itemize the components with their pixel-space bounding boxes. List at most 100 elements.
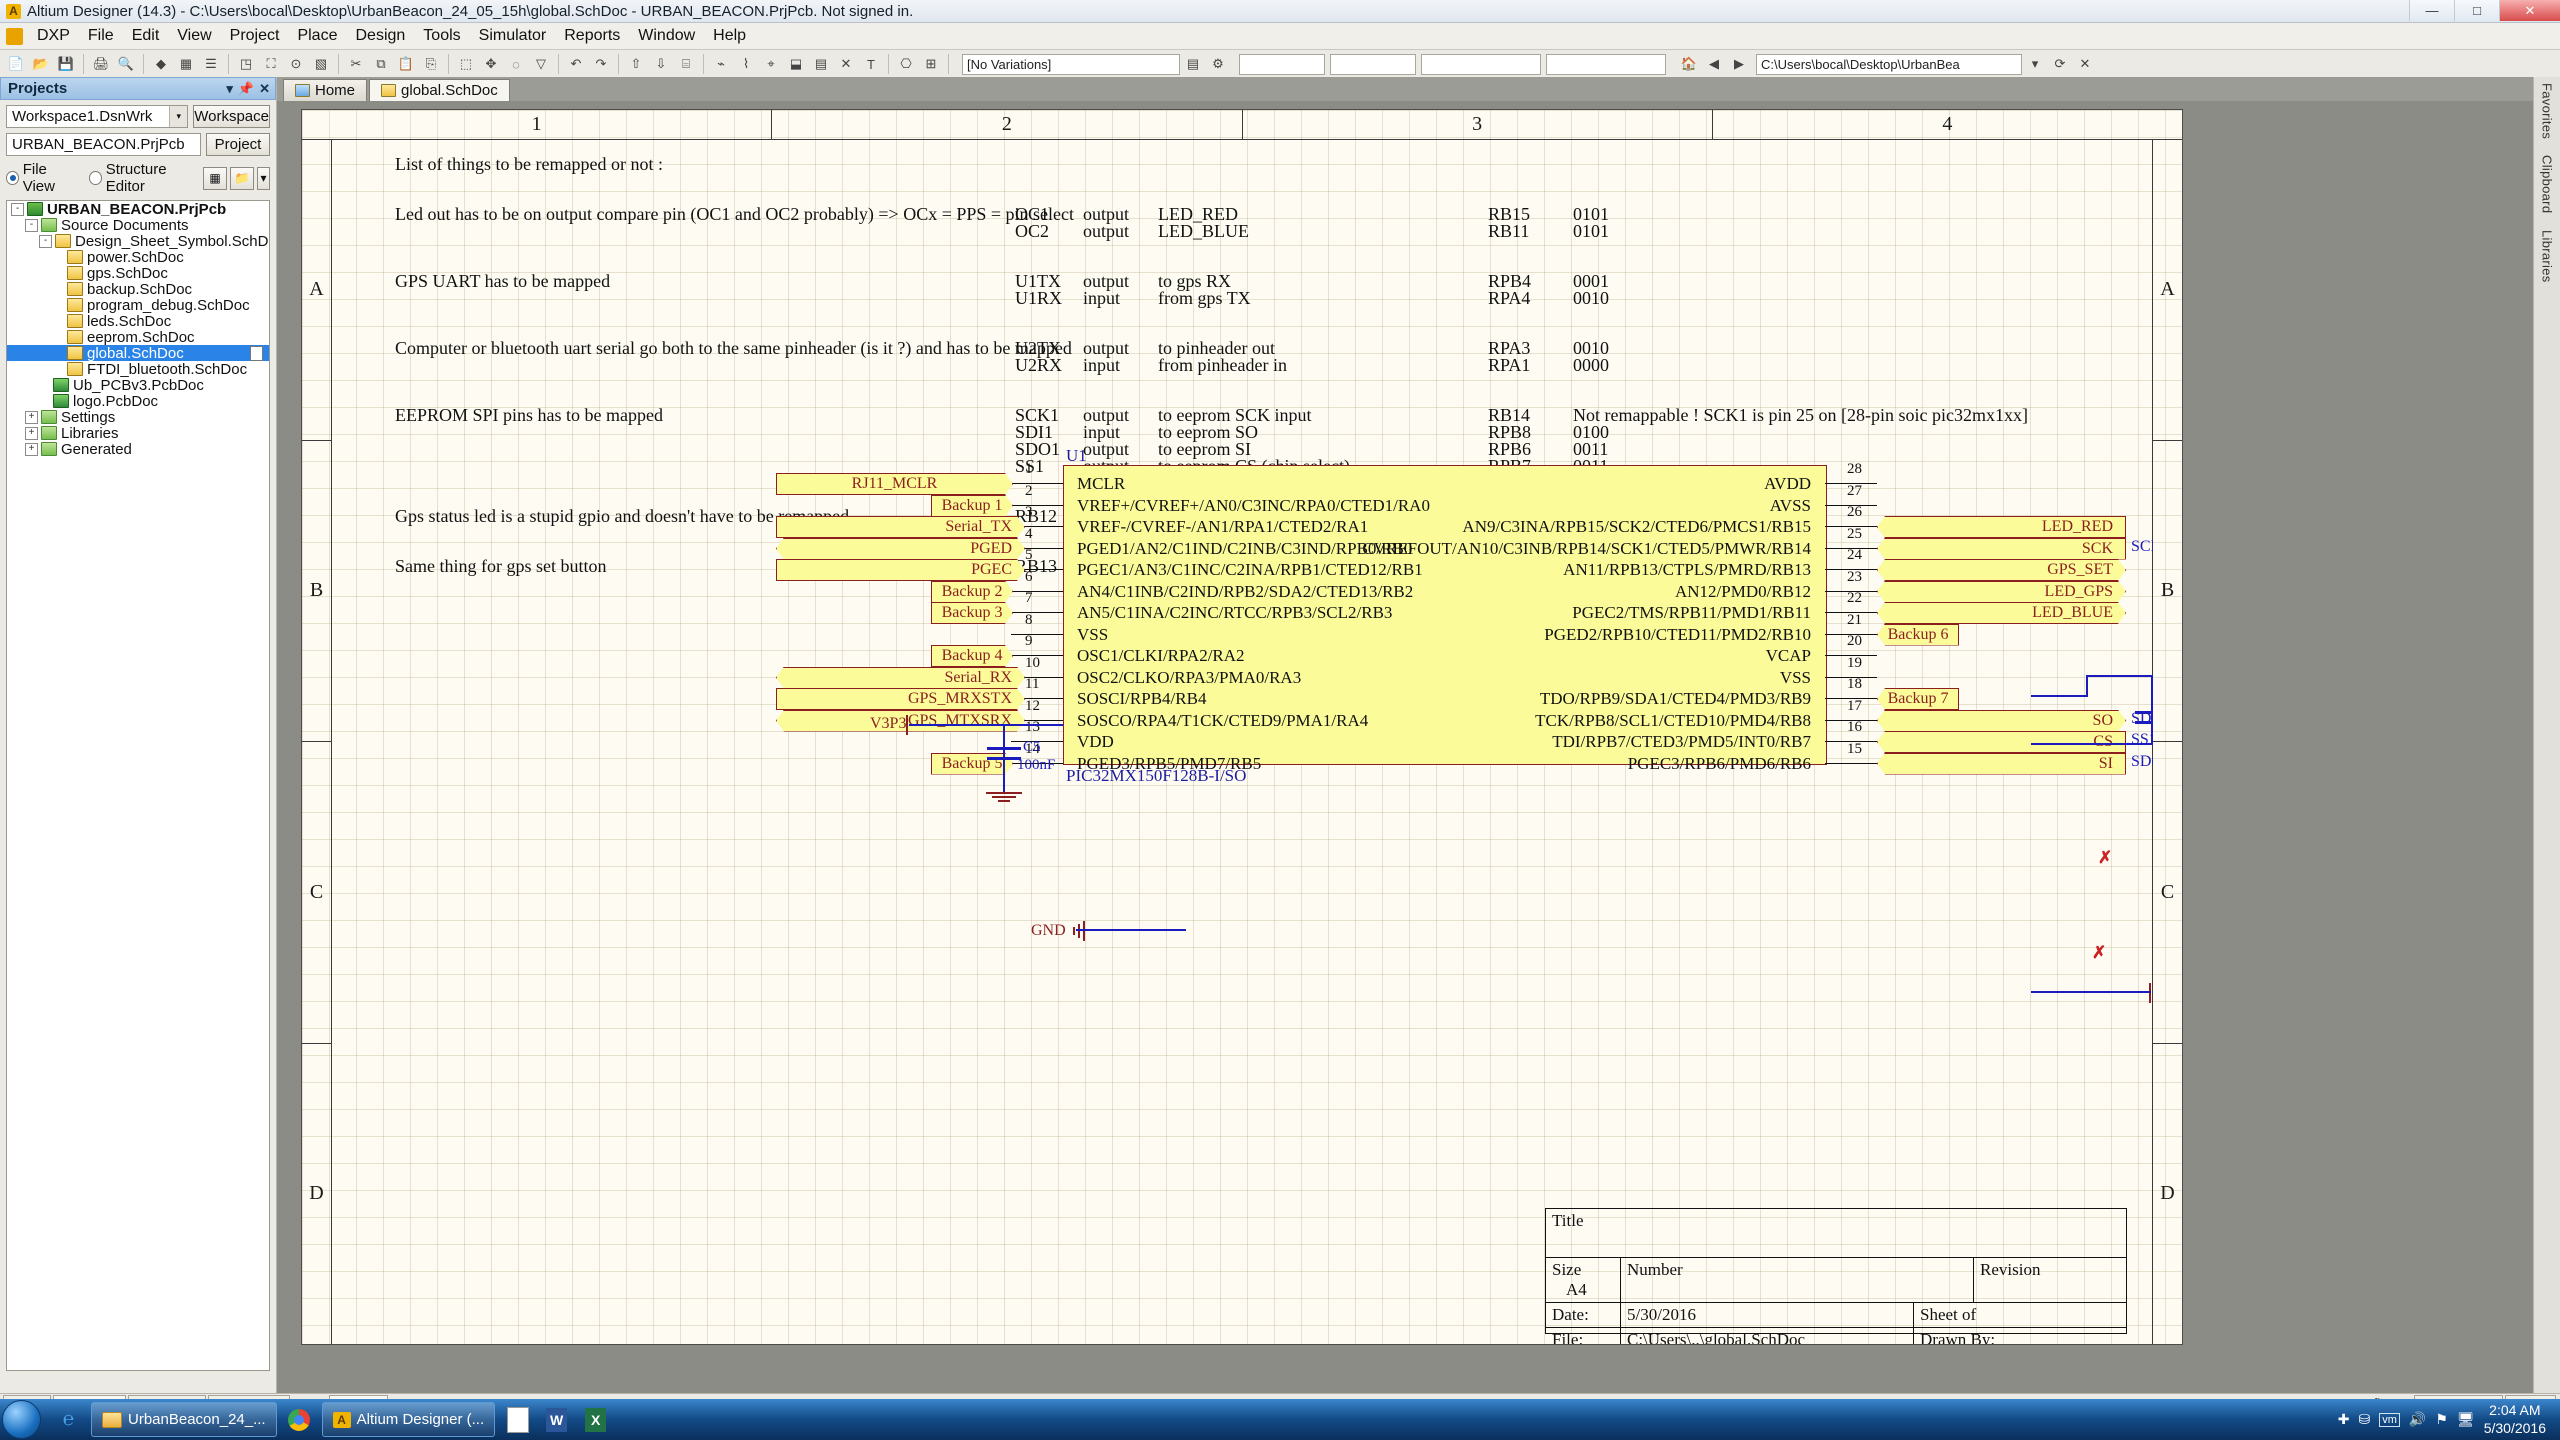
- expand-icon[interactable]: +: [25, 410, 38, 424]
- tree-item[interactable]: - Design_Sheet_Symbol.SchDoc: [7, 233, 269, 250]
- zoom-fit-icon[interactable]: ⛶: [259, 52, 283, 76]
- stop-icon[interactable]: ✕: [2073, 52, 2097, 76]
- cut-icon[interactable]: ✂: [344, 52, 368, 76]
- variation-config-icon[interactable]: ⚙: [1206, 52, 1230, 76]
- variations-selector[interactable]: [No Variations]: [962, 53, 1180, 75]
- save-icon[interactable]: 💾: [54, 52, 78, 76]
- deselect-icon[interactable]: ◌: [504, 52, 528, 76]
- schematic-drawing-canvas[interactable]: List of things to be remapped or not : Le…: [331, 139, 2153, 1344]
- list-icon[interactable]: ☰: [199, 52, 223, 76]
- net-label-led-gps[interactable]: LED_GPS: [1877, 581, 2126, 603]
- menu-item-tools[interactable]: Tools: [414, 24, 469, 48]
- new-document-icon[interactable]: 📄: [4, 52, 28, 76]
- print-preview-icon[interactable]: 🔍: [114, 52, 138, 76]
- expand-icon[interactable]: +: [25, 426, 38, 440]
- toolbar-field-1[interactable]: [1239, 53, 1325, 75]
- taskbar-clock[interactable]: 2:04 AM 5/30/2016: [2484, 1402, 2546, 1437]
- copy-icon[interactable]: ⧉: [369, 52, 393, 76]
- variation-manage-icon[interactable]: ▤: [1181, 52, 1205, 76]
- menu-item-edit[interactable]: Edit: [123, 24, 169, 48]
- panel-tree-options-icon[interactable]: ▦: [203, 166, 227, 190]
- compile-icon[interactable]: ⇧: [624, 52, 648, 76]
- workspace-button[interactable]: Workspace: [193, 105, 270, 128]
- text-icon[interactable]: T: [859, 52, 883, 76]
- net-label-led-blue[interactable]: LED_BLUE: [1877, 602, 2126, 624]
- back-icon[interactable]: ◀: [1702, 52, 1726, 76]
- open-document-icon[interactable]: 📂: [29, 52, 53, 76]
- address-dropdown-icon[interactable]: ▾: [2023, 52, 2047, 76]
- project-tree[interactable]: - URBAN_BEACON.PrjPcb - Source Documents - De…: [6, 200, 270, 1371]
- net-label-backup-2[interactable]: Backup 2: [931, 581, 1013, 603]
- bus-icon[interactable]: ⌇: [734, 52, 758, 76]
- no-erc-icon[interactable]: ✕: [834, 52, 858, 76]
- move-icon[interactable]: ✥: [479, 52, 503, 76]
- place-part-icon[interactable]: ⎔: [894, 52, 918, 76]
- tree-item[interactable]: gps.SchDoc: [7, 265, 269, 282]
- vm-icon[interactable]: vm: [2379, 1412, 2400, 1427]
- collapse-icon[interactable]: -: [25, 218, 38, 232]
- tree-item[interactable]: leds.SchDoc: [7, 313, 269, 330]
- net-label-rj11-mclr[interactable]: RJ11_MCLR: [776, 473, 1013, 495]
- document-tab-global-schdoc[interactable]: global.SchDoc: [369, 79, 510, 101]
- menu-item-window[interactable]: Window: [629, 24, 704, 48]
- taskbar-item-explorer[interactable]: UrbanBeacon_24_...: [91, 1402, 277, 1437]
- expand-icon[interactable]: +: [25, 442, 38, 456]
- tree-item[interactable]: FTDI_bluetooth.SchDoc: [7, 361, 269, 378]
- net-label-backup-5[interactable]: Backup 5: [931, 753, 1013, 775]
- chrome-icon[interactable]: [283, 1403, 316, 1436]
- net-label-gps-set[interactable]: GPS_SET: [1877, 559, 2126, 581]
- tree-item[interactable]: program_debug.SchDoc: [7, 297, 269, 314]
- schematic-canvas-wrapper[interactable]: 1234 ABCD ABCD List of things to be rema…: [277, 101, 2533, 1393]
- net-label-icon[interactable]: ⌖: [759, 52, 783, 76]
- file-view-radio[interactable]: [6, 171, 19, 185]
- net-label-backup-1[interactable]: Backup 1: [931, 495, 1013, 517]
- document-tab-home[interactable]: Home: [283, 79, 368, 101]
- start-button-icon[interactable]: [2, 1400, 41, 1439]
- close-button[interactable]: ✕: [2499, 0, 2560, 21]
- zoom-filter-icon[interactable]: ▧: [309, 52, 333, 76]
- excel-icon[interactable]: X: [579, 1403, 612, 1436]
- workspace-combo[interactable]: Workspace1.DsnWrk ▾: [6, 105, 189, 128]
- net-label-gps-mrxstx[interactable]: GPS_MRXSTX: [776, 688, 1025, 710]
- tree-item[interactable]: logo.PcbDoc: [7, 393, 269, 410]
- project-button[interactable]: Project: [206, 133, 270, 156]
- menu-item-simulator[interactable]: Simulator: [470, 24, 556, 48]
- redo-icon[interactable]: ↷: [589, 52, 613, 76]
- print-icon[interactable]: 🖨: [89, 52, 113, 76]
- address-field[interactable]: C:\Users\bocal\Desktop\UrbanBea: [1756, 53, 2022, 75]
- wire-icon[interactable]: ⌁: [709, 52, 733, 76]
- dock-tab-clipboard[interactable]: Clipboard: [2540, 155, 2555, 213]
- usb-icon[interactable]: ⛁: [2359, 1411, 2371, 1428]
- tree-item[interactable]: + Generated: [7, 441, 269, 458]
- clear-filter-icon[interactable]: ▽: [529, 52, 553, 76]
- menu-item-reports[interactable]: Reports: [555, 24, 629, 48]
- tree-item[interactable]: - URBAN_BEACON.PrjPcb: [7, 201, 269, 218]
- panel-pin-icon[interactable]: 📌: [238, 81, 254, 97]
- tree-item[interactable]: - Source Documents: [7, 217, 269, 234]
- net-label-si[interactable]: SI: [1877, 752, 2126, 775]
- tree-item[interactable]: eeprom.SchDoc: [7, 329, 269, 346]
- home-icon[interactable]: 🏠: [1677, 52, 1701, 76]
- board-icon[interactable]: ▦: [174, 52, 198, 76]
- tree-item[interactable]: backup.SchDoc: [7, 281, 269, 298]
- panel-dropdown-icon[interactable]: ▾: [226, 81, 233, 97]
- collapse-icon[interactable]: -: [11, 202, 24, 216]
- net-label-serial-rx[interactable]: Serial_RX: [776, 667, 1025, 689]
- browse-library-icon[interactable]: ⌸: [674, 52, 698, 76]
- net-label-pged[interactable]: PGED: [776, 538, 1025, 560]
- undo-icon[interactable]: ↶: [564, 52, 588, 76]
- display-icon[interactable]: 🖥: [2457, 1411, 2475, 1428]
- net-label-sck[interactable]: SCK: [1877, 537, 2126, 560]
- minimize-button[interactable]: —: [2409, 0, 2454, 21]
- menu-item-dxp[interactable]: DXP: [28, 24, 79, 48]
- tree-item[interactable]: + Libraries: [7, 425, 269, 442]
- taskbar-item-altium[interactable]: A Altium Designer (...: [321, 1402, 496, 1437]
- net-label-so[interactable]: SO: [1877, 710, 2126, 732]
- ie-icon[interactable]: ℮: [52, 1403, 85, 1436]
- project-combo[interactable]: URBAN_BEACON.PrjPcb: [6, 133, 201, 156]
- network-icon[interactable]: ⚑: [2435, 1411, 2448, 1428]
- net-label-led-red[interactable]: LED_RED: [1877, 516, 2126, 538]
- sheet-symbol-icon[interactable]: ▤: [809, 52, 833, 76]
- refresh-icon[interactable]: ⟳: [2048, 52, 2072, 76]
- tree-item[interactable]: Ub_PCBv3.PcbDoc: [7, 377, 269, 394]
